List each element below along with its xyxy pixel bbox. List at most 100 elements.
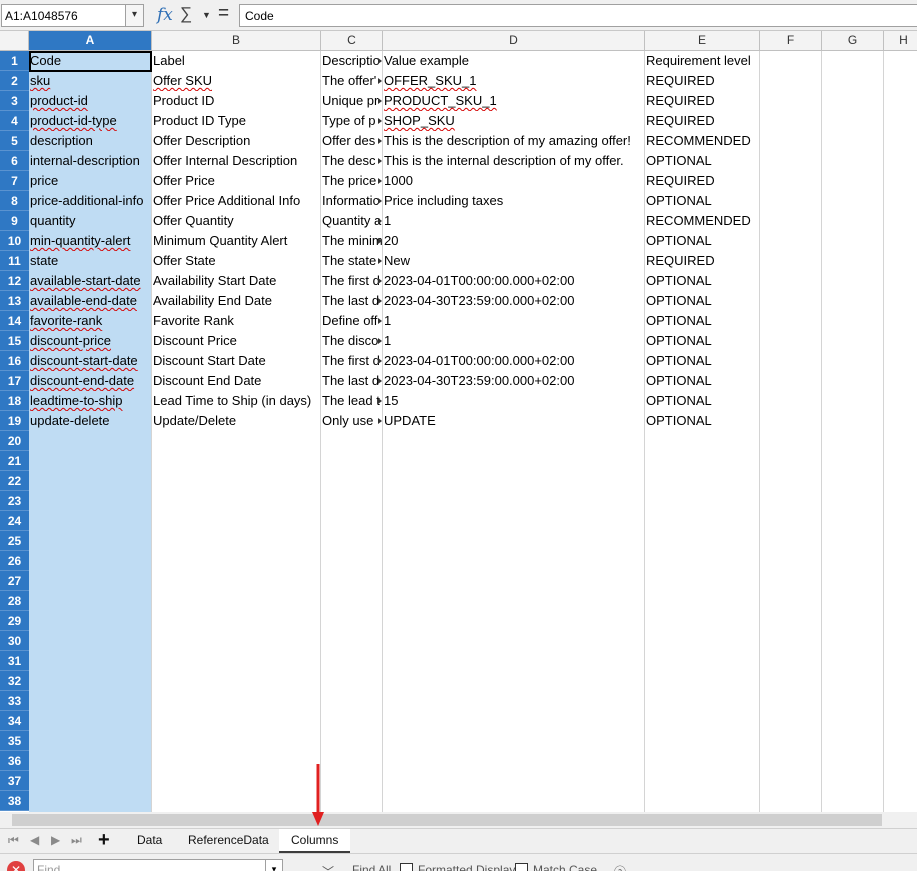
row-header[interactable]: 37 <box>0 771 29 791</box>
cell-d4[interactable]: SHOP_SKU <box>383 111 644 131</box>
cell-b4[interactable]: Product ID Type <box>152 111 320 131</box>
row-header[interactable]: 7 <box>0 171 29 191</box>
row-header[interactable]: 4 <box>0 111 29 131</box>
row-header[interactable]: 16 <box>0 351 29 371</box>
cell-a5[interactable]: description <box>29 131 151 151</box>
row-header[interactable]: 30 <box>0 631 29 651</box>
cell-b2[interactable]: Offer SKU <box>152 71 320 91</box>
cell-b3[interactable]: Product ID <box>152 91 320 111</box>
cell-e5[interactable]: RECOMMENDED <box>645 131 759 151</box>
cell-b18[interactable]: Lead Time to Ship (in days) <box>152 391 320 411</box>
cell-e13[interactable]: OPTIONAL <box>645 291 759 311</box>
row-header[interactable]: 29 <box>0 611 29 631</box>
cell-b8[interactable]: Offer Price Additional Info <box>152 191 320 211</box>
row-header[interactable]: 36 <box>0 751 29 771</box>
row-header[interactable]: 26 <box>0 551 29 571</box>
cell-c5[interactable]: Offer des <box>321 131 382 151</box>
chevron-down-icon[interactable]: ﹀ <box>322 863 334 871</box>
cell-e19[interactable]: OPTIONAL <box>645 411 759 431</box>
row-header[interactable]: 35 <box>0 731 29 751</box>
cell-a10[interactable]: min-quantity-alert <box>29 231 151 251</box>
tab-columns[interactable]: Columns <box>279 829 351 853</box>
row-header[interactable]: 13 <box>0 291 29 311</box>
cell-b9[interactable]: Offer Quantity <box>152 211 320 231</box>
column-header-a[interactable]: A <box>29 31 152 51</box>
cell-e18[interactable]: OPTIONAL <box>645 391 759 411</box>
cell-a17[interactable]: discount-end-date <box>29 371 151 391</box>
cell-d14[interactable]: 1 <box>383 311 644 331</box>
cell-c11[interactable]: The state <box>321 251 382 271</box>
cell-c16[interactable]: The first d <box>321 351 382 371</box>
cell-b11[interactable]: Offer State <box>152 251 320 271</box>
row-header[interactable]: 38 <box>0 791 29 811</box>
column-header-b[interactable]: B <box>152 31 321 51</box>
cell-a6[interactable]: internal-description <box>29 151 151 171</box>
row-header[interactable]: 11 <box>0 251 29 271</box>
cell-c19[interactable]: Only use <box>321 411 382 431</box>
cell-a4[interactable]: product-id-type <box>29 111 151 131</box>
cell-b15[interactable]: Discount Price <box>152 331 320 351</box>
cell-d17[interactable]: 2023-04-30T23:59:00.000+02:00 <box>383 371 644 391</box>
cell-c14[interactable]: Define off <box>321 311 382 331</box>
cell-a2[interactable]: sku <box>29 71 151 91</box>
cell-c18[interactable]: The lead t <box>321 391 382 411</box>
cell-e1[interactable]: Requirement level <box>645 51 759 71</box>
cell-e2[interactable]: REQUIRED <box>645 71 759 91</box>
cell-c1[interactable]: Descriptio <box>321 51 382 71</box>
cell-d5[interactable]: This is the description of my amazing of… <box>383 131 644 151</box>
find-replace-icon[interactable]: ⓐ <box>614 863 626 871</box>
equals-icon[interactable]: = <box>218 3 229 25</box>
row-header[interactable]: 21 <box>0 451 29 471</box>
cell-e7[interactable]: REQUIRED <box>645 171 759 191</box>
close-icon[interactable]: ✕ <box>7 861 25 871</box>
prev-sheet-icon[interactable]: ◀ <box>30 833 39 847</box>
cell-a7[interactable]: price <box>29 171 151 191</box>
column-header-g[interactable]: G <box>822 31 884 51</box>
last-sheet-icon[interactable]: ⏭ <box>71 833 82 848</box>
cell-e14[interactable]: OPTIONAL <box>645 311 759 331</box>
tab-referencedata[interactable]: ReferenceData <box>188 833 269 847</box>
find-all-button[interactable]: Find All <box>352 863 391 871</box>
formatted-display-checkbox[interactable] <box>400 863 413 871</box>
cell-b5[interactable]: Offer Description <box>152 131 320 151</box>
cell-c3[interactable]: Unique pr <box>321 91 382 111</box>
cell-a16[interactable]: discount-start-date <box>29 351 151 371</box>
column-header-c[interactable]: C <box>321 31 383 51</box>
horizontal-scrollbar[interactable] <box>0 812 917 828</box>
cell-d3[interactable]: PRODUCT_SKU_1 <box>383 91 644 111</box>
cell-c7[interactable]: The price <box>321 171 382 191</box>
cell-a8[interactable]: price-additional-info <box>29 191 151 211</box>
cell-a3[interactable]: product-id <box>29 91 151 111</box>
cell-d15[interactable]: 1 <box>383 331 644 351</box>
sigma-icon[interactable]: ∑ <box>180 4 192 24</box>
cell-d11[interactable]: New <box>383 251 644 271</box>
first-sheet-icon[interactable]: ⏮ <box>8 833 19 848</box>
cell-e6[interactable]: OPTIONAL <box>645 151 759 171</box>
row-header[interactable]: 23 <box>0 491 29 511</box>
column-header-d[interactable]: D <box>383 31 645 51</box>
column-header-f[interactable]: F <box>760 31 822 51</box>
row-header[interactable]: 5 <box>0 131 29 151</box>
row-header[interactable]: 9 <box>0 211 29 231</box>
cell-c17[interactable]: The last d <box>321 371 382 391</box>
row-header[interactable]: 32 <box>0 671 29 691</box>
cell-a14[interactable]: favorite-rank <box>29 311 151 331</box>
chevron-up-icon[interactable]: ︿ <box>295 863 307 871</box>
row-header[interactable]: 3 <box>0 91 29 111</box>
next-sheet-icon[interactable]: ▶ <box>51 833 60 847</box>
cell-b16[interactable]: Discount Start Date <box>152 351 320 371</box>
cell-e16[interactable]: OPTIONAL <box>645 351 759 371</box>
cell-c15[interactable]: The disco <box>321 331 382 351</box>
triangle-down-icon[interactable]: ▼ <box>202 10 211 20</box>
cell-b17[interactable]: Discount End Date <box>152 371 320 391</box>
cell-c12[interactable]: The first d <box>321 271 382 291</box>
cell-a13[interactable]: available-end-date <box>29 291 151 311</box>
cell-e3[interactable]: REQUIRED <box>645 91 759 111</box>
formula-input[interactable]: Code <box>239 4 917 27</box>
tab-data[interactable]: Data <box>137 833 162 847</box>
row-header[interactable]: 18 <box>0 391 29 411</box>
cell-c4[interactable]: Type of p <box>321 111 382 131</box>
row-header[interactable]: 34 <box>0 711 29 731</box>
cell-e10[interactable]: OPTIONAL <box>645 231 759 251</box>
cell-b14[interactable]: Favorite Rank <box>152 311 320 331</box>
